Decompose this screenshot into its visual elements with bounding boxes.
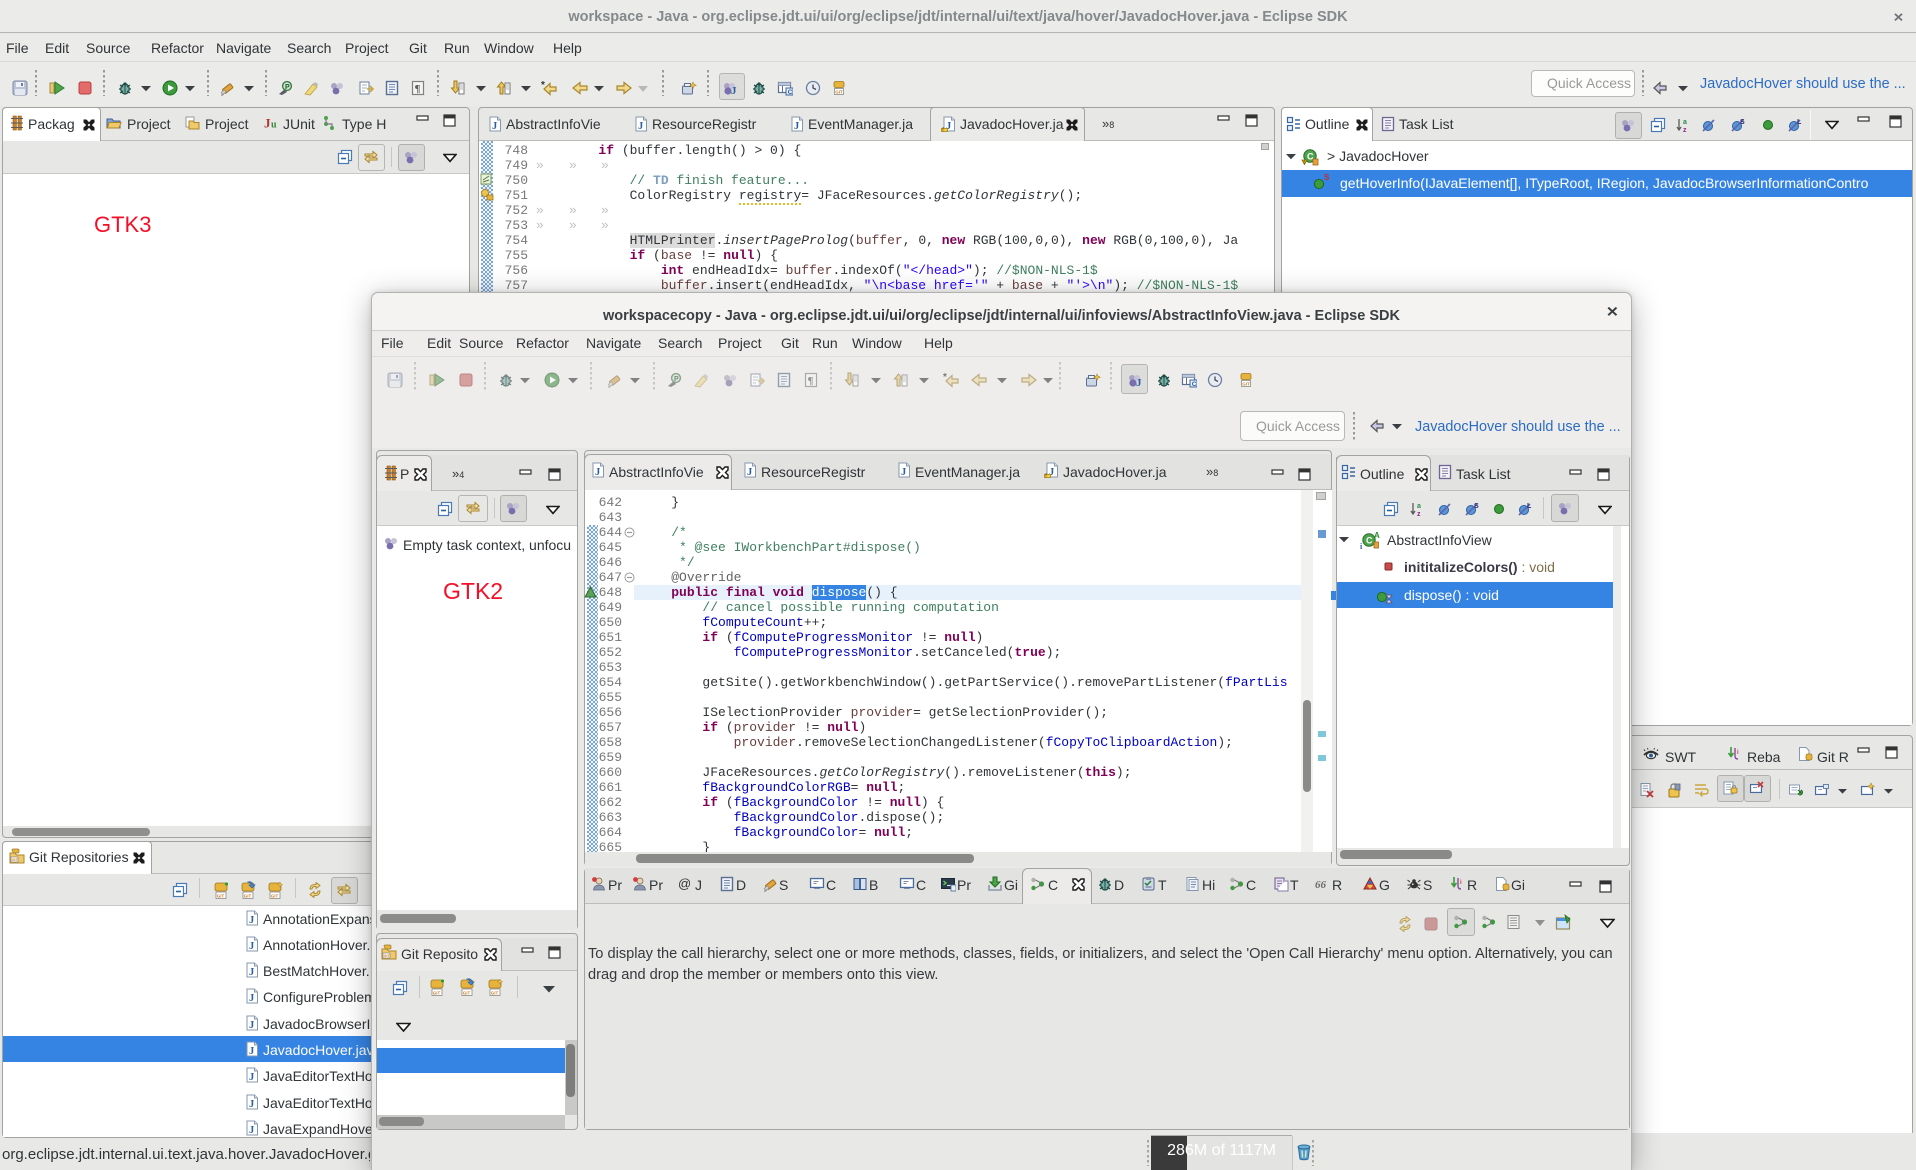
svg-text:GIT: GIT xyxy=(463,990,471,995)
svg-text:u: u xyxy=(271,120,277,131)
svg-text:J: J xyxy=(249,1099,254,1110)
svg-text:GIT: GIT xyxy=(217,893,225,898)
svg-text:GIT: GIT xyxy=(1242,382,1250,387)
svg-text:J: J xyxy=(249,967,254,978)
svg-text:J: J xyxy=(731,85,737,96)
svg-text:*: * xyxy=(541,80,545,91)
svg-text:z: z xyxy=(1683,127,1687,133)
svg-text:J: J xyxy=(492,121,497,132)
svg-text:!: ! xyxy=(942,128,944,133)
svg-text:J: J xyxy=(249,915,254,926)
svg-text:GIT: GIT xyxy=(433,990,441,995)
svg-text:J: J xyxy=(249,941,254,952)
svg-text:S: S xyxy=(1740,119,1745,126)
svg-text:J: J xyxy=(249,1020,254,1031)
svg-text:J: J xyxy=(638,121,643,132)
svg-text:J: J xyxy=(901,467,906,478)
svg-text:J: J xyxy=(595,467,600,478)
svg-text:C: C xyxy=(1192,381,1197,388)
svg-text:S: S xyxy=(1324,173,1330,182)
svg-text:P: P xyxy=(674,376,679,383)
svg-text:GIT: GIT xyxy=(12,858,19,862)
svg-text:*: * xyxy=(943,372,947,383)
svg-text:i: i xyxy=(1460,880,1462,886)
svg-text:J: J xyxy=(249,993,254,1004)
svg-text:J: J xyxy=(747,467,752,478)
svg-text:C: C xyxy=(788,89,793,96)
svg-text:i: i xyxy=(1737,750,1739,756)
svg-text:z: z xyxy=(1417,511,1421,517)
svg-text:J: J xyxy=(264,116,271,131)
svg-text:C: C xyxy=(1366,536,1373,546)
svg-text:a: a xyxy=(1417,503,1421,510)
svg-text:66: 66 xyxy=(1315,879,1327,891)
svg-text:A: A xyxy=(1374,531,1380,540)
svg-text:¶: ¶ xyxy=(415,83,421,95)
svg-text:L: L xyxy=(1797,119,1802,126)
svg-text:GIT: GIT xyxy=(384,954,391,958)
svg-text:¶: ¶ xyxy=(808,375,814,387)
svg-text:J: J xyxy=(249,1072,254,1083)
svg-text:GIT: GIT xyxy=(244,893,252,898)
svg-text:J: J xyxy=(1136,377,1142,388)
svg-text:GIT: GIT xyxy=(491,990,499,995)
svg-text:J: J xyxy=(794,121,799,132)
svg-text:P: P xyxy=(285,84,290,91)
svg-text:i: i xyxy=(1360,542,1363,550)
svg-text:!: ! xyxy=(1303,160,1305,166)
svg-text:a: a xyxy=(1683,119,1687,126)
svg-text:GIT: GIT xyxy=(271,893,279,898)
svg-text:S: S xyxy=(1474,503,1479,510)
svg-text:L: L xyxy=(1527,503,1532,510)
svg-text:!: ! xyxy=(1045,474,1047,479)
svg-text:J: J xyxy=(249,1125,254,1136)
svg-text:GIT: GIT xyxy=(835,90,843,95)
svg-text:J: J xyxy=(249,1046,254,1057)
